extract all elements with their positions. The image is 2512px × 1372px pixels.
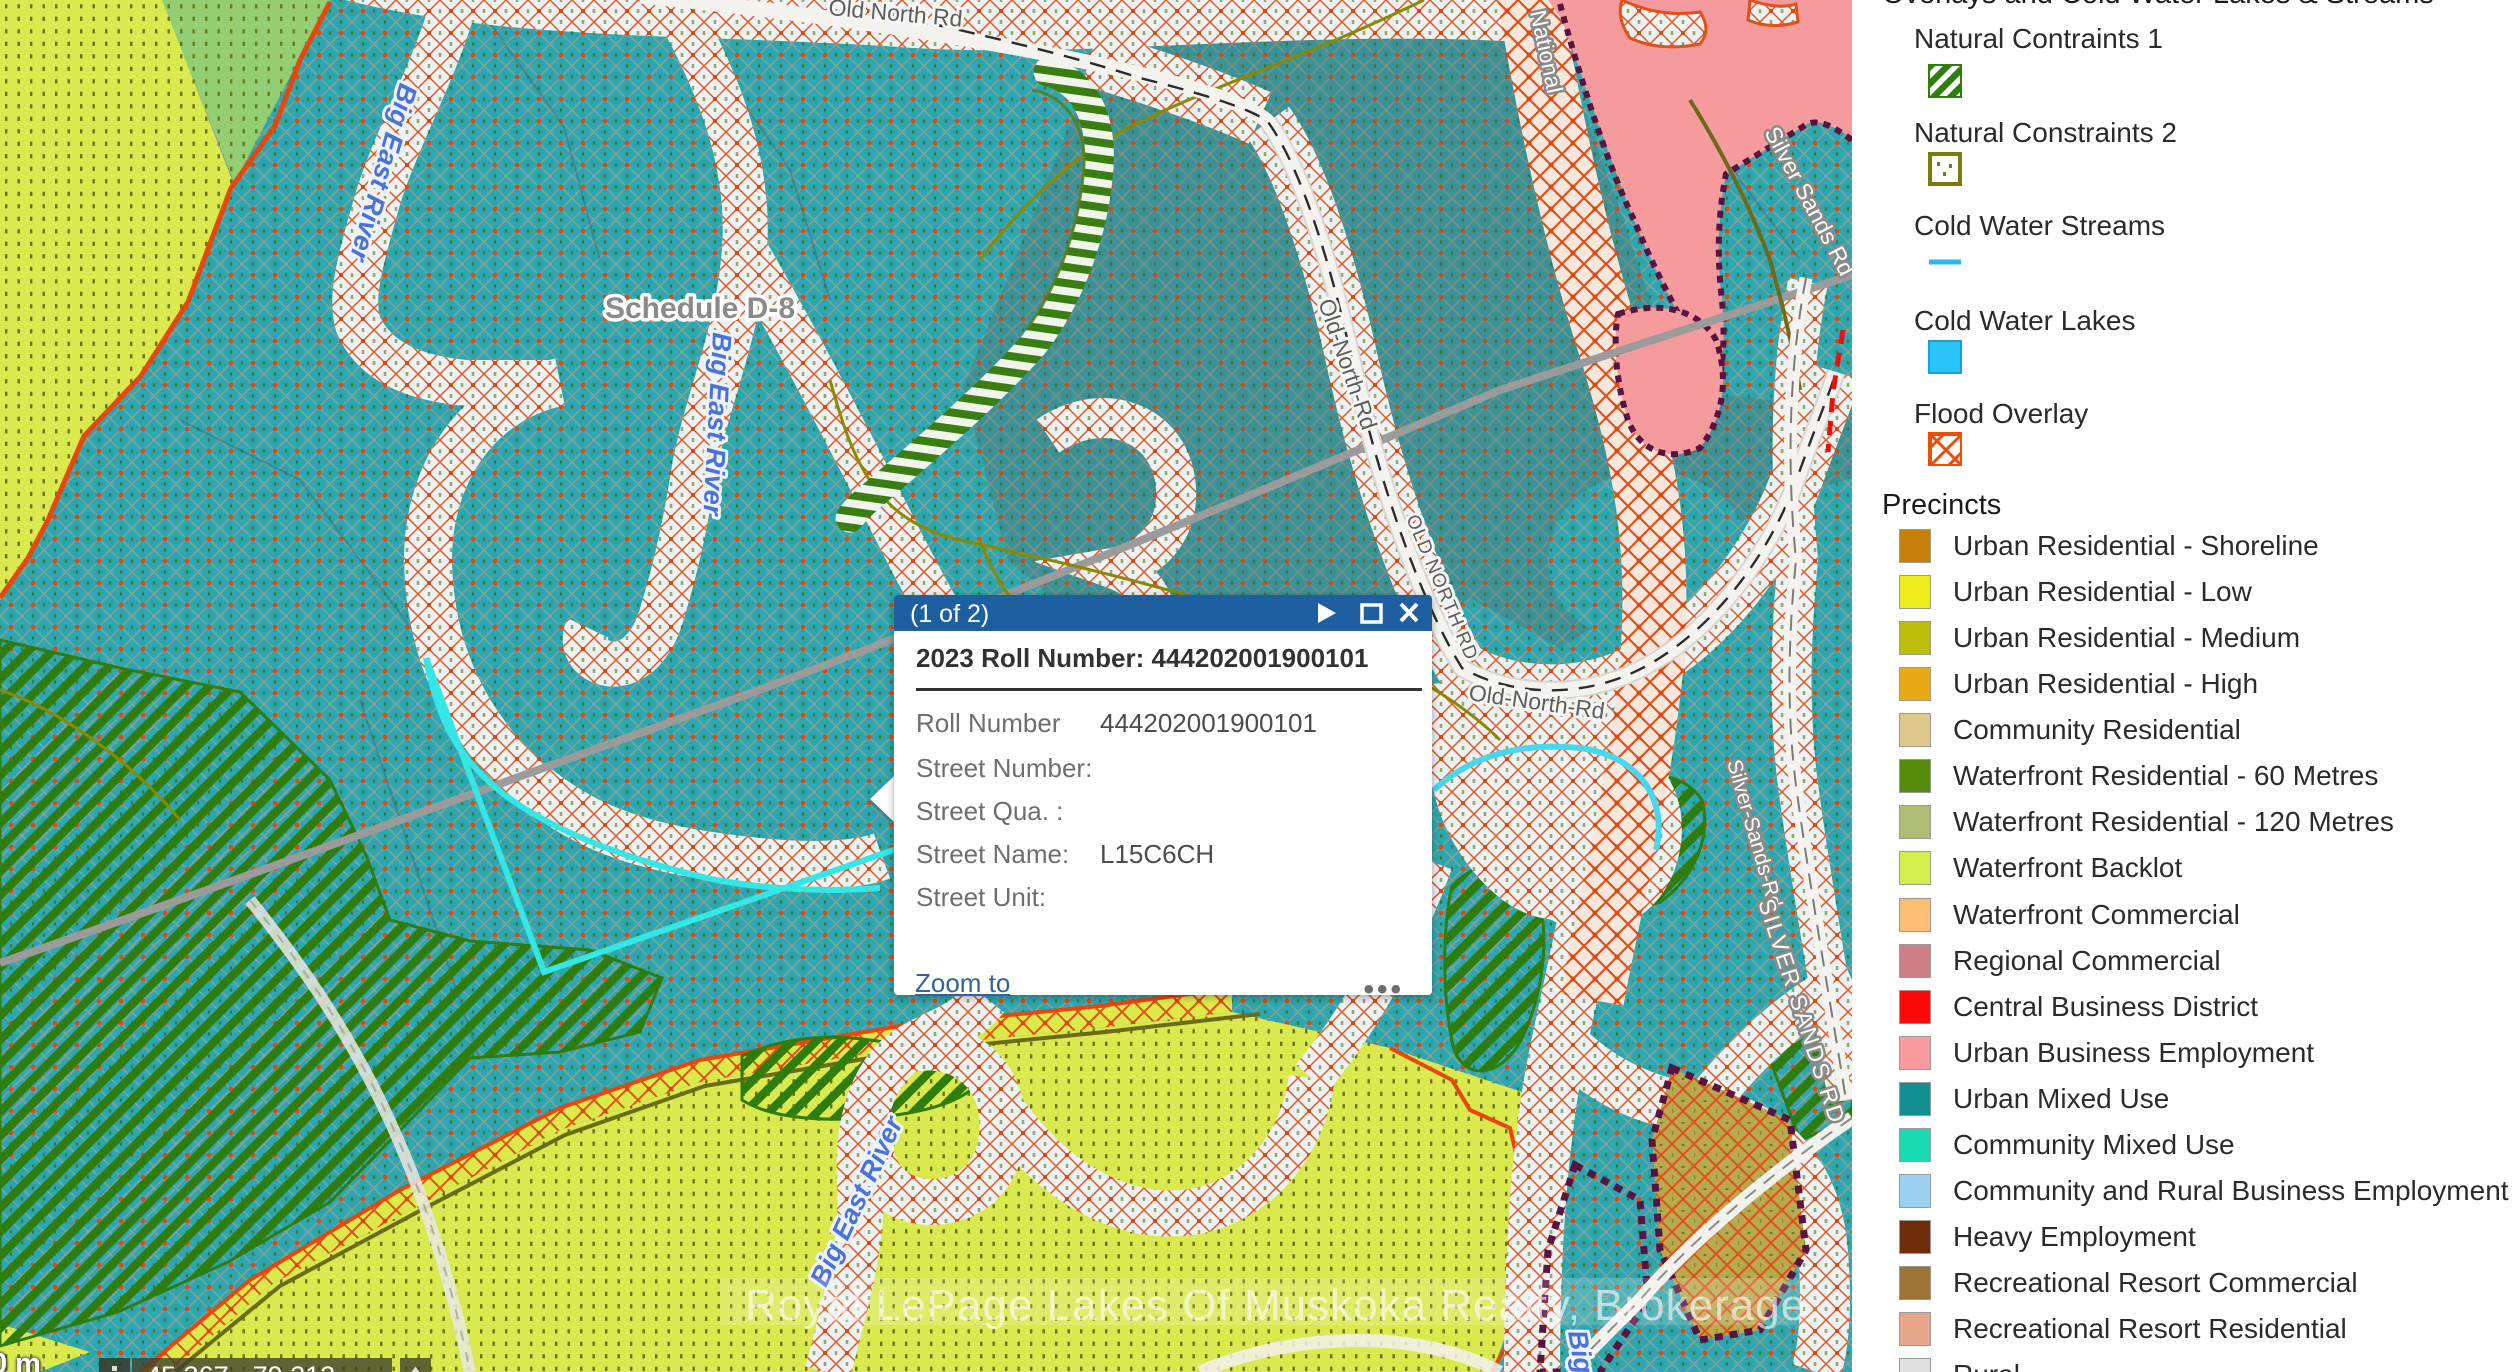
svg-text:Schedule D-8: Schedule D-8	[605, 292, 795, 325]
